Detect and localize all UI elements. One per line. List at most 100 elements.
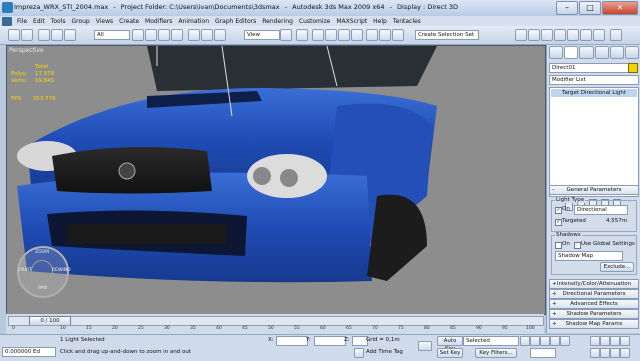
quick-render-icon[interactable] bbox=[593, 29, 605, 41]
y-coordinate-field[interactable] bbox=[314, 336, 346, 346]
undo-icon[interactable] bbox=[8, 29, 20, 41]
x-coordinate-field[interactable] bbox=[276, 336, 308, 346]
zoom-icon[interactable] bbox=[590, 336, 600, 346]
next-frame-icon[interactable] bbox=[550, 336, 560, 346]
key-filters-button[interactable]: Key Filters... bbox=[475, 348, 517, 358]
menu-animation[interactable]: Animation bbox=[175, 18, 212, 25]
key-icon[interactable] bbox=[418, 341, 432, 351]
layer-manager-icon[interactable] bbox=[515, 29, 527, 41]
orbit-icon[interactable] bbox=[610, 348, 620, 358]
display-tab-icon[interactable] bbox=[609, 46, 624, 59]
go-to-start-icon[interactable] bbox=[520, 336, 530, 346]
targeted-checkbox[interactable]: ✓ bbox=[555, 219, 562, 226]
nav-center[interactable] bbox=[31, 260, 53, 282]
curve-editor-icon[interactable] bbox=[528, 29, 540, 41]
edit-named-selection-icon[interactable] bbox=[366, 29, 378, 41]
angle-snap-icon[interactable] bbox=[325, 29, 337, 41]
stack-item[interactable]: Target Directional Light bbox=[551, 89, 637, 97]
select-by-name-icon[interactable] bbox=[145, 29, 157, 41]
app-icon[interactable] bbox=[2, 2, 13, 13]
named-selection-dropdown[interactable]: Create Selection Set bbox=[415, 30, 479, 40]
material-editor-icon[interactable] bbox=[554, 29, 566, 41]
maxscript-listener[interactable]: 0.000000 Ed bbox=[2, 347, 56, 357]
zoom-extents-icon[interactable] bbox=[610, 336, 620, 346]
menu-edit[interactable]: Edit bbox=[30, 18, 48, 25]
command-panel-toggle-icon[interactable] bbox=[610, 29, 622, 41]
render-setup-icon[interactable] bbox=[567, 29, 579, 41]
scale-icon[interactable] bbox=[214, 29, 226, 41]
directional-parameters-rollout[interactable]: + Directional Parameters bbox=[549, 289, 639, 299]
minimize-button[interactable]: – bbox=[556, 1, 578, 15]
reference-coord-dropdown[interactable]: View bbox=[244, 30, 280, 40]
perspective-viewport[interactable]: Perspective Total Polys: 17,979 Verts: 19,… bbox=[6, 45, 546, 315]
select-link-icon[interactable] bbox=[38, 29, 50, 41]
general-parameters-rollout[interactable]: – General Parameters bbox=[549, 185, 639, 195]
use-global-settings-checkbox[interactable] bbox=[574, 242, 581, 249]
zoom-all-icon[interactable] bbox=[600, 336, 610, 346]
bind-spacewarp-icon[interactable] bbox=[64, 29, 76, 41]
modify-tab-icon[interactable] bbox=[564, 46, 579, 59]
rendered-frame-icon[interactable] bbox=[580, 29, 592, 41]
max-logo-icon[interactable] bbox=[2, 16, 12, 26]
menu-customize[interactable]: Customize bbox=[296, 18, 334, 25]
shadow-parameters-rollout[interactable]: + Shadow Parameters bbox=[549, 309, 639, 319]
shadow-type-dropdown[interactable]: Shadow Map bbox=[555, 251, 623, 261]
nav-zoom[interactable]: ZOOM bbox=[35, 250, 49, 255]
utilities-tab-icon[interactable] bbox=[624, 46, 640, 59]
unlink-icon[interactable] bbox=[51, 29, 63, 41]
modifier-list-dropdown[interactable]: Modifier List bbox=[549, 75, 639, 85]
light-on-checkbox[interactable]: ✓ bbox=[555, 207, 562, 214]
track-bar[interactable]: 0 10 15 20 25 30 35 40 45 50 55 60 65 70… bbox=[8, 325, 542, 334]
object-name-field[interactable]: Direct01 bbox=[549, 63, 629, 73]
menu-modifiers[interactable]: Modifiers bbox=[142, 18, 175, 25]
select-object-icon[interactable] bbox=[132, 29, 144, 41]
maximize-button[interactable]: □ bbox=[579, 1, 601, 15]
menu-tentacles[interactable]: Tentacles bbox=[390, 18, 424, 25]
create-tab-icon[interactable] bbox=[549, 46, 564, 59]
maximize-viewport-icon[interactable] bbox=[620, 348, 630, 358]
time-tag-icon[interactable] bbox=[354, 348, 364, 358]
nav-pan[interactable]: PAN bbox=[38, 286, 47, 291]
selection-filter-dropdown[interactable]: All bbox=[94, 30, 130, 40]
pan-icon[interactable] bbox=[600, 348, 610, 358]
snap-toggle-icon[interactable] bbox=[312, 29, 324, 41]
exclude-button[interactable]: Exclude... bbox=[600, 262, 634, 272]
shadow-map-params-rollout[interactable]: + Shadow Map Params bbox=[549, 319, 639, 329]
field-of-view-icon[interactable] bbox=[590, 348, 600, 358]
hierarchy-tab-icon[interactable] bbox=[579, 46, 594, 59]
key-mode-dropdown[interactable]: Selected bbox=[463, 336, 519, 346]
advanced-effects-rollout[interactable]: + Advanced Effects bbox=[549, 299, 639, 309]
select-manipulate-icon[interactable] bbox=[296, 29, 308, 41]
menu-views[interactable]: Views bbox=[93, 18, 116, 25]
nav-orbit[interactable]: ORBIT bbox=[18, 268, 32, 273]
intensity-rollout[interactable]: + Intensity/Color/Attenuation bbox=[549, 279, 639, 289]
set-key-button[interactable]: Set Key bbox=[437, 348, 463, 358]
menu-maxscript[interactable]: MAXScript bbox=[333, 18, 370, 25]
percent-snap-icon[interactable] bbox=[338, 29, 350, 41]
light-type-dropdown[interactable]: Directional bbox=[574, 205, 628, 215]
motion-tab-icon[interactable] bbox=[594, 46, 609, 59]
current-frame-field[interactable] bbox=[530, 348, 556, 358]
align-icon[interactable] bbox=[392, 29, 404, 41]
previous-frame-icon[interactable] bbox=[530, 336, 540, 346]
shadows-on-checkbox[interactable] bbox=[555, 242, 562, 249]
schematic-view-icon[interactable] bbox=[541, 29, 553, 41]
modifier-stack[interactable]: Target Directional Light bbox=[549, 87, 639, 197]
mirror-icon[interactable] bbox=[379, 29, 391, 41]
menu-file[interactable]: File bbox=[14, 18, 30, 25]
rect-selection-icon[interactable] bbox=[158, 29, 170, 41]
add-time-tag[interactable]: Add Time Tag bbox=[366, 349, 403, 355]
menu-graph-editors[interactable]: Graph Editors bbox=[212, 18, 259, 25]
rotate-icon[interactable] bbox=[201, 29, 213, 41]
spinner-snap-icon[interactable] bbox=[351, 29, 363, 41]
zoom-extents-all-icon[interactable] bbox=[620, 336, 630, 346]
menu-create[interactable]: Create bbox=[116, 18, 142, 25]
steering-wheel-nav[interactable]: ZOOM ORBIT REWIND PAN bbox=[17, 246, 71, 298]
play-icon[interactable] bbox=[540, 336, 550, 346]
auto-key-button[interactable]: Auto Key bbox=[437, 336, 463, 352]
nav-rewind[interactable]: REWIND bbox=[52, 268, 71, 273]
pivot-center-icon[interactable] bbox=[280, 29, 292, 41]
move-icon[interactable] bbox=[188, 29, 200, 41]
menu-rendering[interactable]: Rendering bbox=[259, 18, 296, 25]
viewport-label[interactable]: Perspective bbox=[9, 47, 44, 54]
